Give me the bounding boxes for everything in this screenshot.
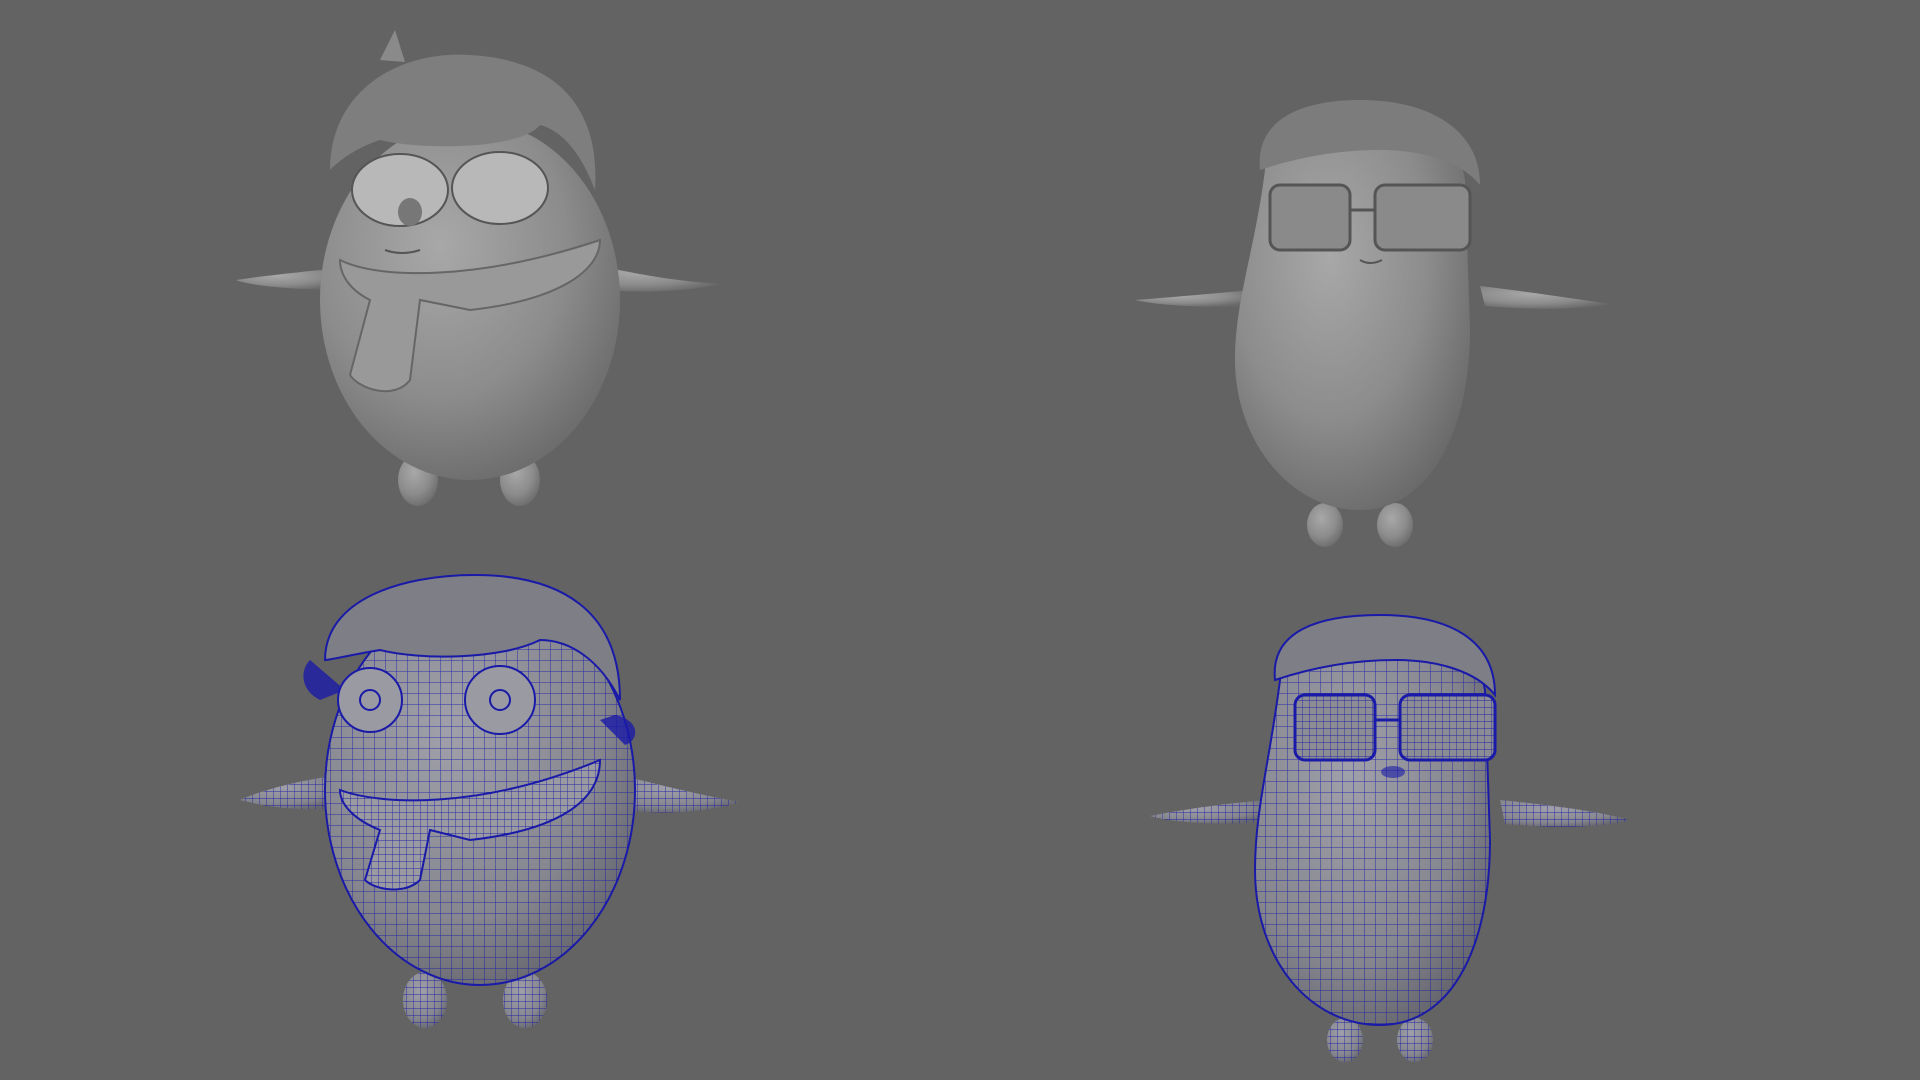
girl-shaded-model[interactable]: [236, 30, 720, 506]
boy-shaded-model[interactable]: [1135, 100, 1610, 547]
girl-wireframe-model[interactable]: [240, 573, 740, 1028]
boy-wireframe-model[interactable]: [1150, 613, 1630, 1062]
3d-viewport[interactable]: [0, 0, 1920, 1080]
